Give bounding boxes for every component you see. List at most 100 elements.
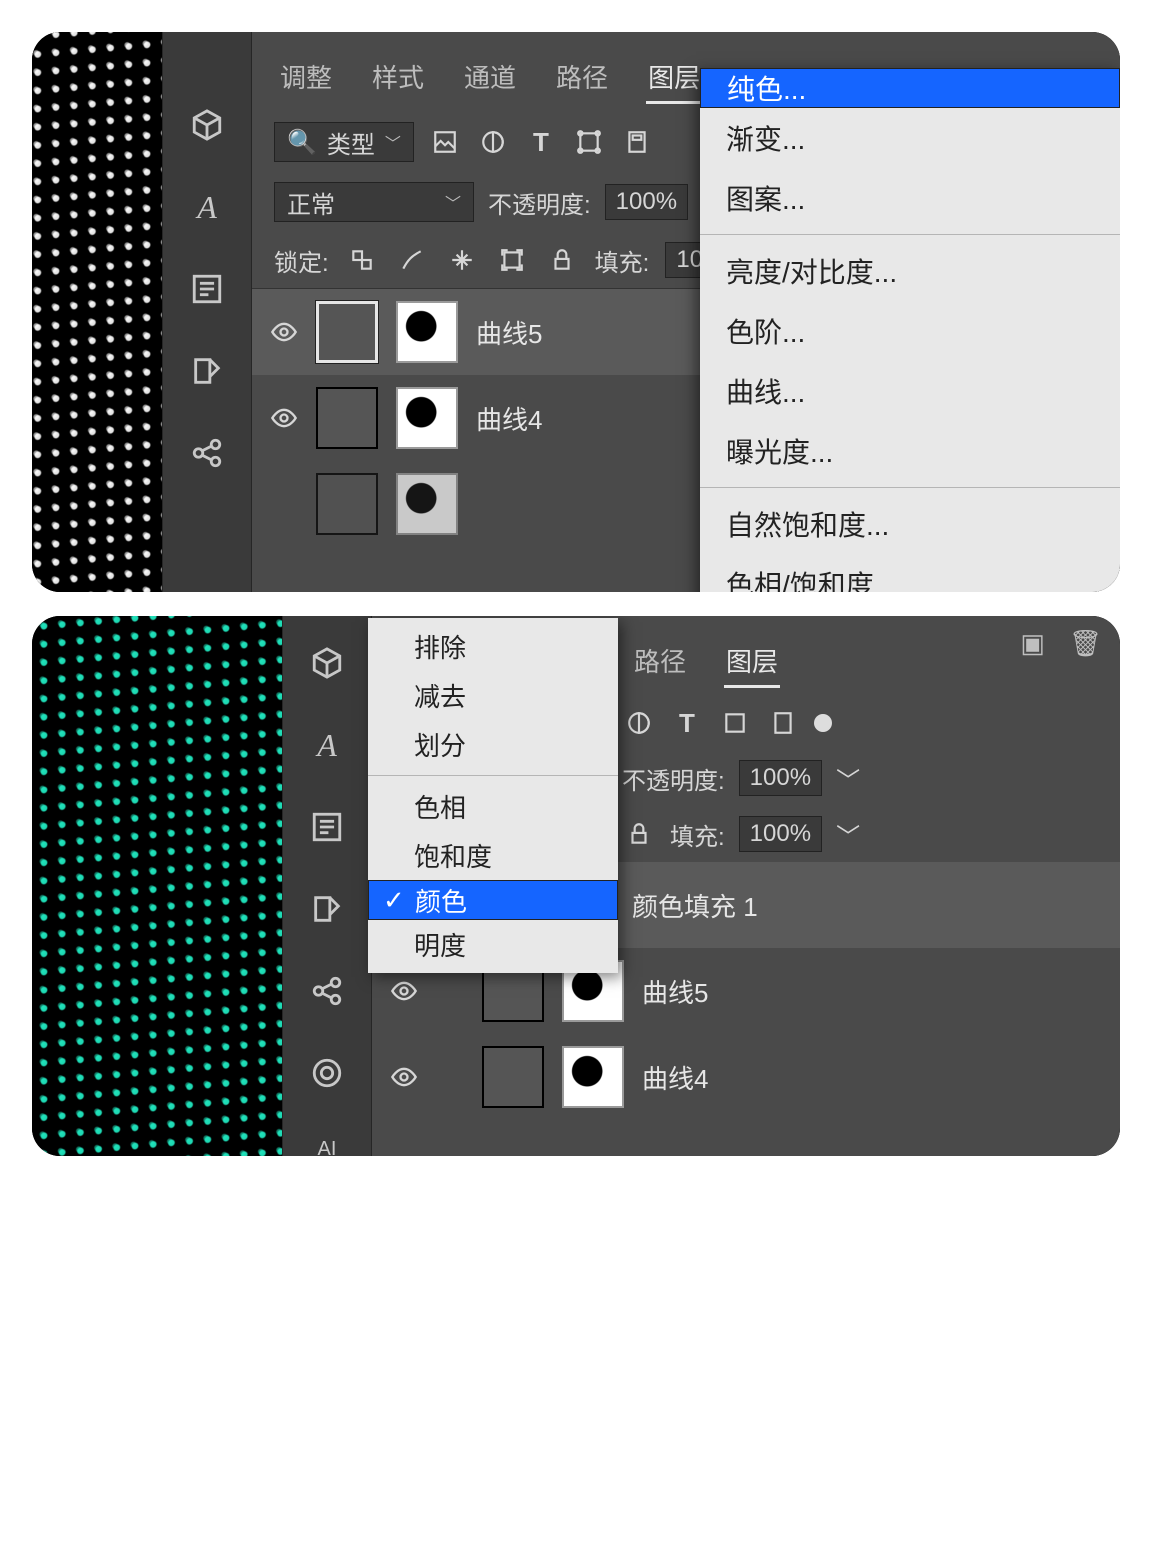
opacity-label: 不透明度: [488,185,591,220]
tab-channels[interactable]: 通道 [462,52,518,104]
menu-item-hue-sat[interactable]: 色相/饱和度... [700,554,1120,592]
paragraph-styles-icon[interactable] [310,810,344,844]
filter-toggle-icon[interactable] [814,714,832,732]
blend-mode-value: 正常 [287,185,335,220]
chevron-down-icon[interactable]: ﹀ [836,761,860,796]
menu-item-gradient[interactable]: 渐变... [700,108,1120,168]
share-icon[interactable] [190,436,224,470]
lock-position-icon[interactable] [445,243,479,277]
blend-mode-menu: 排除 减去 划分 色相 饱和度 颜色 明度 [368,618,618,973]
menu-item-levels[interactable]: 色阶... [700,301,1120,361]
layer-row[interactable]: 曲线4 [372,1034,1120,1120]
opacity-label: 不透明度: [622,761,725,796]
menu-item-exposure[interactable]: 曝光度... [700,421,1120,481]
blend-mode-select[interactable]: 正常 ﹀ [274,182,474,222]
screenshot-2: A AI ▣ 🗑 路径 图层 T 不 [32,616,1120,1156]
layer-name[interactable]: 曲线4 [476,400,542,437]
layer-name[interactable]: 曲线5 [476,314,542,351]
menu-item-pattern[interactable]: 图案... [700,168,1120,228]
layer-thumbnail[interactable] [316,301,378,363]
chevron-down-icon: ﹀ [385,130,401,154]
menu-item-solid-color[interactable]: 纯色... [700,68,1120,108]
filter-type-text-icon[interactable]: T [670,706,704,740]
swatches-icon[interactable] [190,354,224,388]
chevron-down-icon: ﹀ [445,190,461,214]
type-tool-icon[interactable]: A [310,728,344,762]
layer-thumbnail[interactable] [482,1046,544,1108]
tab-layers[interactable]: 图层 [646,52,702,104]
share-icon[interactable] [310,974,344,1008]
menu-item-luminosity[interactable]: 明度 [368,920,618,969]
tab-styles[interactable]: 样式 [370,52,426,104]
layers-panel: 调整 样式 通道 路径 图层 🔍 类型 ﹀ T 正常 ﹀ 不透明度: 100% [252,32,1120,592]
tab-adjustments[interactable]: 调整 [278,52,334,104]
menu-item-saturation[interactable]: 饱和度 [368,831,618,880]
tool-strip: A AI [282,616,372,1156]
menu-item-brightness-contrast[interactable]: 亮度/对比度... [700,241,1120,301]
menu-separator [700,234,1120,235]
lock-all-icon[interactable] [622,817,656,851]
visibility-toggle-icon[interactable] [270,490,298,518]
layer-name[interactable]: 曲线5 [642,973,708,1010]
menu-item-color[interactable]: 颜色 [368,880,618,920]
opacity-field[interactable]: 100% [739,760,822,796]
visibility-toggle-icon[interactable] [270,318,298,346]
paragraph-styles-icon[interactable] [190,272,224,306]
layer-name[interactable]: 颜色填充 1 [632,887,758,924]
layers-panel: ▣ 🗑 路径 图层 T 不透明度: 100% ﹀ 填充: 100% ﹀ [372,616,1120,1156]
cube-3d-icon[interactable] [310,646,344,680]
tab-paths[interactable]: 路径 [554,52,610,104]
tab-paths[interactable]: 路径 [632,636,688,688]
tab-layers[interactable]: 图层 [724,636,780,688]
visibility-toggle-icon[interactable] [270,404,298,432]
visibility-toggle-icon[interactable] [390,977,418,1005]
swatches-icon[interactable] [310,892,344,926]
filter-adjustment-icon[interactable] [622,706,656,740]
filter-type-label: 类型 [327,125,375,160]
menu-item-divide[interactable]: 划分 [368,720,618,769]
chevron-down-icon[interactable]: ﹀ [836,817,860,852]
lock-artboard-icon[interactable] [495,243,529,277]
layer-mask-thumbnail[interactable] [562,1046,624,1108]
fill-label: 填充: [595,243,650,278]
layer-mask-thumbnail[interactable] [396,387,458,449]
filter-pixel-icon[interactable] [428,125,462,159]
tool-strip: A [162,32,252,592]
filter-smart-icon[interactable] [620,125,654,159]
ai-icon[interactable]: AI [310,1138,344,1156]
collapse-panel-icon[interactable]: ▣ [1020,628,1045,659]
menu-item-vibrance[interactable]: 自然饱和度... [700,494,1120,554]
filter-shape-icon[interactable] [718,706,752,740]
menu-item-exclusion[interactable]: 排除 [368,622,618,671]
filter-shape-icon[interactable] [572,125,606,159]
filter-type-text-icon[interactable]: T [524,125,558,159]
layer-mask-thumbnail[interactable] [396,473,458,535]
menu-item-hue[interactable]: 色相 [368,782,618,831]
lock-transparency-icon[interactable] [345,243,379,277]
layer-thumbnail[interactable] [316,473,378,535]
screenshot-1: A 调整 样式 通道 路径 图层 🔍 类型 ﹀ T [32,32,1120,592]
filter-type-select[interactable]: 🔍 类型 ﹀ [274,122,414,162]
lock-label: 锁定: [274,243,329,278]
menu-item-subtract[interactable]: 减去 [368,671,618,720]
filter-smart-icon[interactable] [766,706,800,740]
lock-pixels-icon[interactable] [395,243,429,277]
layer-thumbnail[interactable] [316,387,378,449]
opacity-field[interactable]: 100% [605,184,688,220]
lock-all-icon[interactable] [545,243,579,277]
cube-3d-icon[interactable] [190,108,224,142]
layer-mask-thumbnail[interactable] [396,301,458,363]
menu-separator [700,487,1120,488]
panel-corner-icons: ▣ 🗑 [1020,628,1102,659]
layer-name[interactable]: 曲线4 [642,1059,708,1096]
visibility-toggle-icon[interactable] [390,1063,418,1091]
fill-field[interactable]: 100% [739,816,822,852]
menu-separator [368,775,618,776]
new-adjustment-menu: 纯色... 渐变... 图案... 亮度/对比度... 色阶... 曲线... … [700,68,1120,592]
menu-item-curves[interactable]: 曲线... [700,361,1120,421]
type-tool-icon[interactable]: A [190,190,224,224]
fill-label: 填充: [670,817,725,852]
cc-libraries-icon[interactable] [310,1056,344,1090]
trash-icon[interactable]: 🗑 [1069,628,1102,659]
filter-adjustment-icon[interactable] [476,125,510,159]
